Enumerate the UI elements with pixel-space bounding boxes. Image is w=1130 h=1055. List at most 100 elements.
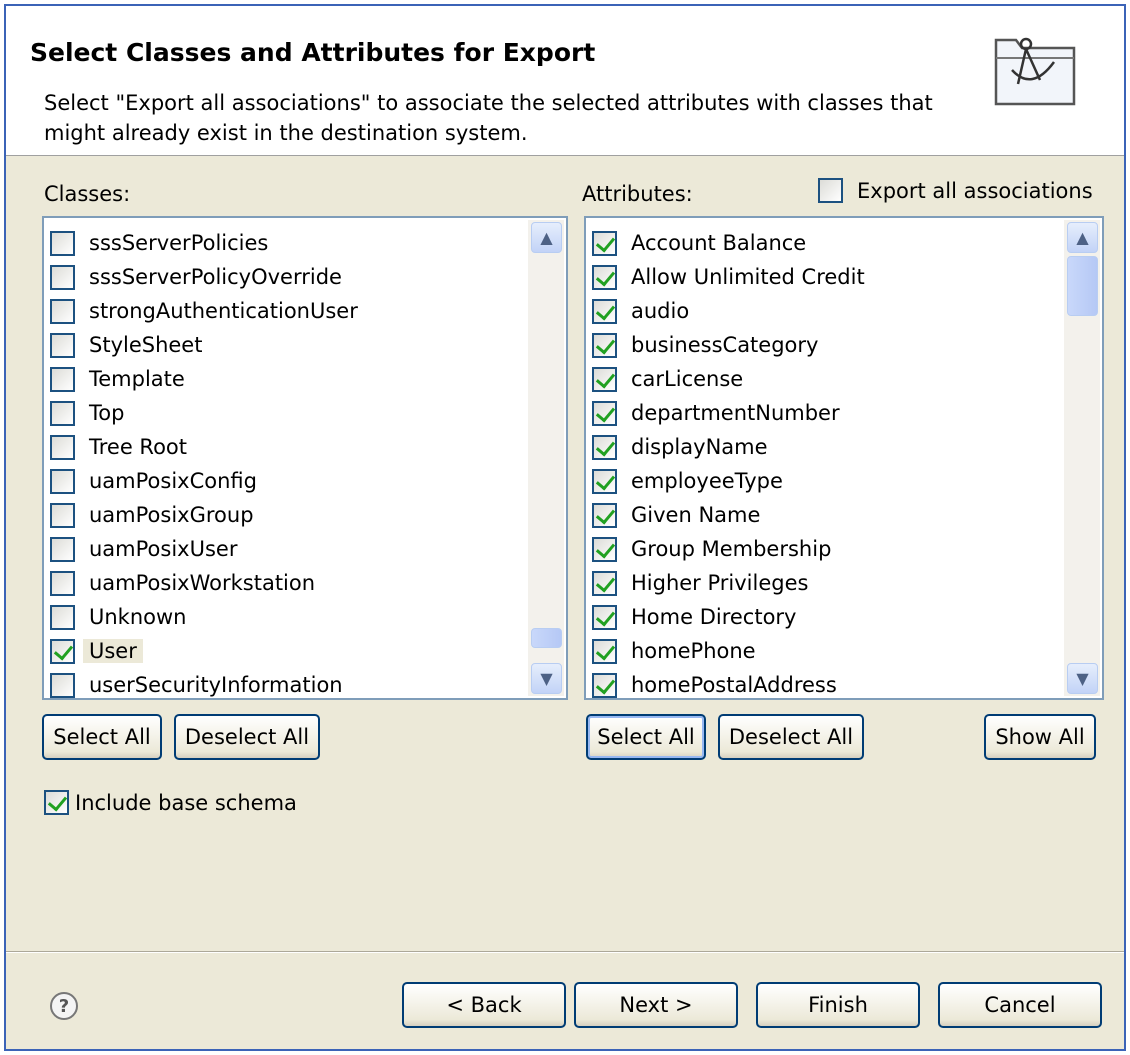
- cancel-button[interactable]: Cancel: [938, 982, 1102, 1028]
- classes-item-checkbox[interactable]: [50, 434, 75, 460]
- classes-list-item[interactable]: uamPosixWorkstation: [50, 566, 358, 600]
- attributes-item-label: displayName: [631, 435, 768, 459]
- classes-list-item[interactable]: strongAuthenticationUser: [50, 294, 358, 328]
- scroll-up-icon[interactable]: ▲: [531, 222, 562, 253]
- attributes-item-checkbox[interactable]: [592, 298, 617, 324]
- classes-list[interactable]: sssServerPolicies sssServerPolicyOverride…: [42, 216, 568, 700]
- attributes-item-label: Given Name: [631, 503, 761, 527]
- attributes-list-item[interactable]: businessCategory: [592, 328, 865, 362]
- attributes-scroll-thumb[interactable]: [1067, 256, 1098, 316]
- attributes-item-checkbox[interactable]: [592, 604, 617, 630]
- classes-label: Classes:: [44, 182, 131, 206]
- scroll-up-icon[interactable]: ▲: [1067, 222, 1098, 253]
- attributes-list[interactable]: Account Balance Allow Unlimited Credit aud…: [584, 216, 1104, 700]
- attributes-item-checkbox[interactable]: [592, 638, 617, 664]
- classes-deselect-all-button[interactable]: Deselect All: [174, 714, 320, 760]
- attributes-list-item[interactable]: Higher Privileges: [592, 566, 865, 600]
- classes-list-item[interactable]: Top: [50, 396, 358, 430]
- classes-item-checkbox[interactable]: [50, 502, 75, 528]
- attributes-item-checkbox[interactable]: [592, 570, 617, 596]
- attributes-label: Attributes:: [582, 182, 693, 206]
- attributes-item-label: businessCategory: [631, 333, 819, 357]
- next-button[interactable]: Next >: [574, 982, 738, 1028]
- attributes-item-checkbox[interactable]: [592, 536, 617, 562]
- classes-list-item[interactable]: uamPosixUser: [50, 532, 358, 566]
- attributes-item-checkbox[interactable]: [592, 366, 617, 392]
- export-all-checkbox[interactable]: [818, 178, 843, 203]
- help-icon[interactable]: ?: [50, 992, 78, 1020]
- attributes-scrollbar[interactable]: ▲ ▼: [1064, 220, 1100, 696]
- classes-item-label: uamPosixUser: [89, 537, 238, 561]
- include-base-schema-checkbox[interactable]: [44, 790, 69, 815]
- page-title: Select Classes and Attributes for Export: [30, 38, 596, 67]
- classes-list-item[interactable]: sssServerPolicies: [50, 226, 358, 260]
- classes-item-checkbox[interactable]: [50, 638, 75, 664]
- export-wizard-icon: [994, 37, 1076, 106]
- classes-item-label: sssServerPolicyOverride: [89, 265, 342, 289]
- classes-item-label: Tree Root: [89, 435, 188, 459]
- classes-item-checkbox[interactable]: [50, 468, 75, 494]
- attributes-item-label: Home Directory: [631, 605, 797, 629]
- attributes-list-item[interactable]: carLicense: [592, 362, 865, 396]
- attributes-list-item[interactable]: homePostalAddress: [592, 668, 865, 702]
- classes-list-item[interactable]: User: [50, 634, 358, 668]
- classes-list-item[interactable]: uamPosixConfig: [50, 464, 358, 498]
- classes-item-label: Unknown: [89, 605, 187, 629]
- attributes-item-checkbox[interactable]: [592, 468, 617, 494]
- classes-item-checkbox[interactable]: [50, 400, 75, 426]
- classes-item-checkbox[interactable]: [50, 264, 75, 290]
- attributes-list-item[interactable]: audio: [592, 294, 865, 328]
- classes-list-item[interactable]: Template: [50, 362, 358, 396]
- classes-list-item[interactable]: sssServerPolicyOverride: [50, 260, 358, 294]
- attributes-item-checkbox[interactable]: [592, 264, 617, 290]
- attributes-item-checkbox[interactable]: [592, 434, 617, 460]
- attributes-item-checkbox[interactable]: [592, 672, 617, 698]
- attributes-item-label: Higher Privileges: [631, 571, 809, 595]
- footer-separator: [6, 951, 1124, 953]
- classes-list-item[interactable]: StyleSheet: [50, 328, 358, 362]
- attributes-item-checkbox[interactable]: [592, 332, 617, 358]
- export-all-associations[interactable]: Export all associations: [818, 178, 1093, 203]
- scroll-down-icon[interactable]: ▼: [1067, 663, 1098, 694]
- classes-item-checkbox[interactable]: [50, 298, 75, 324]
- attributes-deselect-all-button[interactable]: Deselect All: [718, 714, 864, 760]
- classes-item-label: StyleSheet: [89, 333, 203, 357]
- classes-list-item[interactable]: Tree Root: [50, 430, 358, 464]
- attributes-list-item[interactable]: Account Balance: [592, 226, 865, 260]
- finish-button[interactable]: Finish: [756, 982, 920, 1028]
- attributes-list-item[interactable]: employeeType: [592, 464, 865, 498]
- scroll-down-icon[interactable]: ▼: [531, 663, 562, 694]
- classes-item-checkbox[interactable]: [50, 230, 75, 256]
- classes-item-label: Template: [89, 367, 185, 391]
- include-base-schema[interactable]: Include base schema: [44, 790, 297, 815]
- attributes-item-checkbox[interactable]: [592, 502, 617, 528]
- attributes-list-item[interactable]: Group Membership: [592, 532, 865, 566]
- classes-select-all-button[interactable]: Select All: [42, 714, 162, 760]
- attributes-item-checkbox[interactable]: [592, 400, 617, 426]
- back-button[interactable]: < Back: [402, 982, 566, 1028]
- attributes-item-label: audio: [631, 299, 690, 323]
- attributes-item-label: homePhone: [631, 639, 756, 663]
- classes-list-item[interactable]: uamPosixGroup: [50, 498, 358, 532]
- classes-item-label: uamPosixGroup: [89, 503, 254, 527]
- attributes-select-all-button[interactable]: Select All: [586, 714, 706, 760]
- classes-item-checkbox[interactable]: [50, 672, 75, 698]
- attributes-list-item[interactable]: Allow Unlimited Credit: [592, 260, 865, 294]
- attributes-list-item[interactable]: homePhone: [592, 634, 865, 668]
- attributes-list-item[interactable]: Home Directory: [592, 600, 865, 634]
- attributes-list-item[interactable]: departmentNumber: [592, 396, 865, 430]
- classes-scrollbar[interactable]: ▲ ▼: [528, 220, 564, 696]
- wizard-header: Select Classes and Attributes for Export…: [6, 6, 1124, 156]
- classes-scroll-thumb[interactable]: [531, 628, 562, 648]
- classes-item-checkbox[interactable]: [50, 366, 75, 392]
- attributes-list-item[interactable]: displayName: [592, 430, 865, 464]
- classes-item-checkbox[interactable]: [50, 332, 75, 358]
- attributes-list-item[interactable]: Given Name: [592, 498, 865, 532]
- classes-item-checkbox[interactable]: [50, 536, 75, 562]
- attributes-item-checkbox[interactable]: [592, 230, 617, 256]
- classes-list-item[interactable]: Unknown: [50, 600, 358, 634]
- classes-list-item[interactable]: userSecurityInformation: [50, 668, 358, 702]
- show-all-button[interactable]: Show All: [984, 714, 1096, 760]
- classes-item-checkbox[interactable]: [50, 570, 75, 596]
- classes-item-checkbox[interactable]: [50, 604, 75, 630]
